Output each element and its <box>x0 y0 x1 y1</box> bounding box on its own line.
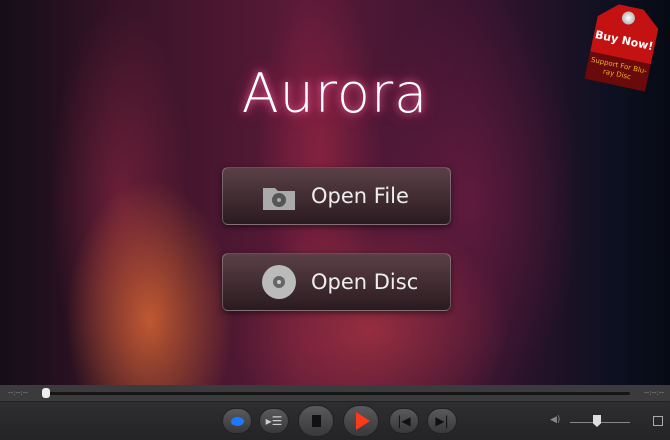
stop-icon <box>311 415 321 427</box>
remaining-time: --:--:-- <box>644 389 664 397</box>
seek-track[interactable] <box>42 392 630 395</box>
folder-icon <box>261 178 297 214</box>
volume-icon[interactable]: ◀) <box>550 415 560 425</box>
skip-forward-icon: ▶| <box>435 414 449 428</box>
stop-button[interactable] <box>298 405 334 437</box>
seek-bar[interactable]: --:--:-- --:--:-- <box>0 385 670 402</box>
app-logo: Aurora <box>241 62 429 125</box>
popout-icon[interactable] <box>653 416 663 426</box>
speech-bubble-icon <box>230 416 244 426</box>
open-disc-button[interactable]: Open Disc <box>222 253 451 311</box>
open-file-label: Open File <box>311 184 409 208</box>
control-bar: --:--:-- --:--:-- ▸☰ |◀ ▶| ◀) <box>0 385 670 440</box>
playlist-icon: ▸☰ <box>265 414 283 428</box>
previous-button[interactable]: |◀ <box>389 408 419 434</box>
play-icon <box>356 412 370 430</box>
open-disc-label: Open Disc <box>311 270 419 294</box>
volume-handle[interactable] <box>593 415 601 427</box>
subtitle-button[interactable] <box>222 408 252 434</box>
play-button[interactable] <box>343 405 379 437</box>
playlist-button[interactable]: ▸☰ <box>259 408 289 434</box>
open-file-button[interactable]: Open File <box>222 167 451 225</box>
skip-back-icon: |◀ <box>397 414 411 428</box>
video-area: Aurora Open File Open Disc Buy Now! Supp… <box>0 0 670 385</box>
elapsed-time: --:--:-- <box>8 389 28 397</box>
buy-now-label: Buy Now! <box>593 28 655 54</box>
pin-icon <box>621 10 636 25</box>
next-button[interactable]: ▶| <box>427 408 457 434</box>
seek-handle[interactable] <box>42 388 50 398</box>
disc-icon <box>261 264 297 300</box>
